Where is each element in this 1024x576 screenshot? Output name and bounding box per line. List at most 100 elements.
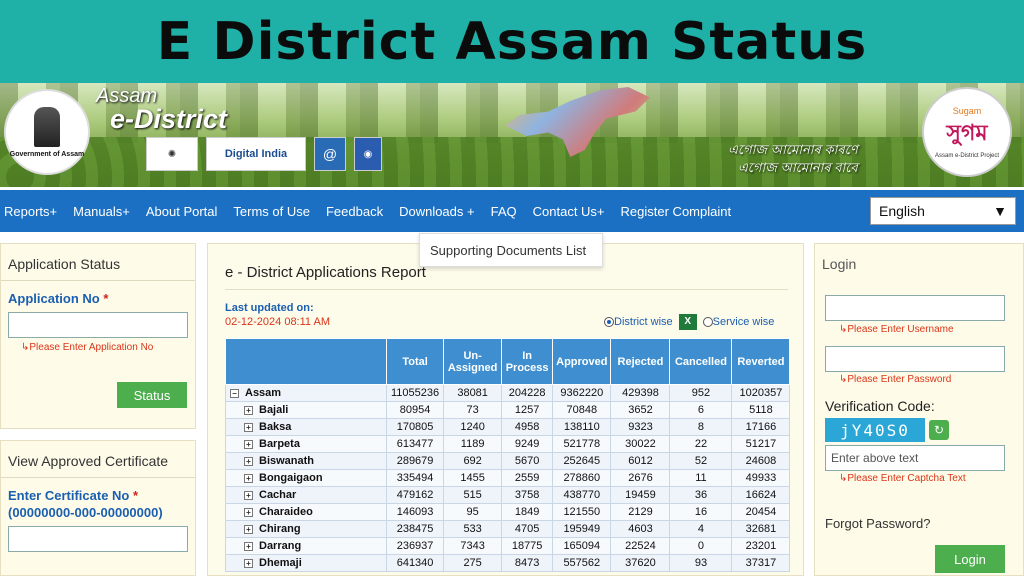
table-row: + Chirang 238475 533 4705 195949 4603 4 32681	[225, 520, 791, 538]
district-name-cell[interactable]: + Baksa	[225, 418, 387, 436]
emblem-icon	[34, 106, 60, 147]
district-name-cell[interactable]: + Charaideo	[225, 503, 387, 521]
district-name-cell[interactable]: + Darrang	[225, 537, 387, 555]
column-header	[225, 338, 387, 385]
expand-icon[interactable]: +	[244, 405, 253, 415]
captcha-input[interactable]: Enter above text	[825, 445, 1005, 471]
table-cell: 515	[443, 486, 503, 504]
table-cell: 4705	[501, 520, 554, 538]
table-cell: 49933	[731, 469, 791, 487]
downloads-submenu-item[interactable]: Supporting Documents List	[419, 233, 603, 267]
table-cell: 170805	[385, 418, 445, 436]
nav-terms-of-use[interactable]: Terms of Use	[225, 204, 318, 219]
column-header: Cancelled	[669, 338, 733, 385]
table-cell: 1240	[443, 418, 503, 436]
expand-icon[interactable]: +	[244, 490, 253, 500]
password-input[interactable]	[825, 346, 1005, 372]
nav-feedback[interactable]: Feedback	[318, 204, 391, 219]
table-cell: 32681	[731, 520, 791, 538]
forgot-password-link[interactable]: Forgot Password?	[825, 516, 931, 531]
header-banner: Government of Assam Assam e-District ✺ D…	[0, 83, 1024, 187]
table-cell: 38081	[443, 384, 503, 402]
expand-icon[interactable]: +	[244, 558, 253, 568]
expand-icon[interactable]: +	[244, 524, 253, 534]
table-cell: 52	[669, 452, 733, 470]
table-cell: 121550	[552, 503, 612, 521]
status-button[interactable]: Status	[117, 382, 187, 408]
excel-export-icon[interactable]: X	[678, 314, 697, 330]
table-cell: 70848	[552, 401, 612, 419]
table-cell: 22524	[610, 537, 671, 555]
panel-title: Application Status	[1, 244, 195, 281]
nav-faq[interactable]: FAQ	[483, 204, 525, 219]
applications-report-panel: e - District Applications Report Last up…	[207, 243, 804, 576]
login-button[interactable]: Login	[935, 545, 1005, 573]
table-cell: 3652	[610, 401, 671, 419]
table-cell: 275	[443, 554, 503, 572]
expand-icon[interactable]: +	[244, 507, 253, 517]
table-row: + Cachar 479162 515 3758 438770 19459 36 16624	[225, 486, 791, 504]
expand-icon[interactable]: +	[244, 541, 253, 551]
table-cell: 2129	[610, 503, 671, 521]
table-cell: 2559	[501, 469, 554, 487]
certificate-no-label: Enter Certificate No *	[8, 488, 139, 503]
table-row: + Charaideo 146093 95 1849 121550 2129 16 20454	[225, 503, 791, 521]
nav-reports[interactable]: Reports+	[0, 204, 65, 219]
column-header: Reverted	[731, 338, 791, 385]
expand-icon[interactable]: +	[244, 456, 253, 466]
application-no-input[interactable]	[8, 312, 188, 338]
username-input[interactable]	[825, 295, 1005, 321]
language-select[interactable]: English ▼	[870, 197, 1016, 225]
nav-about-portal[interactable]: About Portal	[138, 204, 226, 219]
table-cell: 438770	[552, 486, 612, 504]
expand-icon[interactable]: +	[244, 473, 253, 483]
district-wise-radio[interactable]: District wise	[604, 316, 673, 328]
login-title: Login	[822, 256, 857, 272]
table-cell: 2676	[610, 469, 671, 487]
district-name-cell[interactable]: + Cachar	[225, 486, 387, 504]
nav-downloads[interactable]: Downloads +	[391, 204, 483, 219]
collapse-icon[interactable]: −	[230, 388, 239, 398]
last-updated-value: 02-12-2024 08:11 AM	[225, 316, 330, 328]
district-name-cell[interactable]: + Dhemaji	[225, 554, 387, 572]
table-cell: 4	[669, 520, 733, 538]
table-row: + Darrang 236937 7343 18775 165094 22524 0 23201	[225, 537, 791, 555]
nav-manuals[interactable]: Manuals+	[65, 204, 138, 219]
password-hint: Please Enter Password	[839, 374, 951, 385]
nav-contact-us[interactable]: Contact Us+	[525, 204, 613, 219]
district-name-cell[interactable]: + Barpeta	[225, 435, 387, 453]
certificate-no-input[interactable]	[8, 526, 188, 552]
expand-icon[interactable]: +	[244, 439, 253, 449]
table-cell: 1455	[443, 469, 503, 487]
table-cell: 4958	[501, 418, 554, 436]
nav-register-complaint[interactable]: Register Complaint	[613, 204, 740, 219]
table-row: + Baksa 170805 1240 4958 138110 9323 8 17166	[225, 418, 791, 436]
table-cell: 6	[669, 401, 733, 419]
main-navigation: Reports+ Manuals+ About Portal Terms of …	[0, 190, 1024, 232]
table-cell: 479162	[385, 486, 445, 504]
district-name-cell[interactable]: + Bajali	[225, 401, 387, 419]
verification-code-label: Verification Code:	[825, 398, 935, 414]
table-cell: 533	[443, 520, 503, 538]
table-cell: 195949	[552, 520, 612, 538]
service-wise-radio[interactable]: Service wise	[702, 316, 774, 328]
partner-logos: ✺ Digital India @ ◉	[146, 137, 382, 171]
panel-title: View Approved Certificate	[1, 441, 195, 478]
username-hint: Please Enter Username	[839, 324, 953, 335]
table-cell: 1849	[501, 503, 554, 521]
table-cell: 7343	[443, 537, 503, 555]
district-name-cell[interactable]: + Biswanath	[225, 452, 387, 470]
table-cell: 429398	[610, 384, 671, 402]
page-title-bar: E District Assam Status	[0, 0, 1024, 83]
table-header-row: Total Un-Assigned In Process Approved Re…	[225, 338, 791, 385]
table-cell: 641340	[385, 554, 445, 572]
expand-icon[interactable]: +	[244, 422, 253, 432]
table-cell: 51217	[731, 435, 791, 453]
table-cell: 19459	[610, 486, 671, 504]
district-name-cell[interactable]: + Chirang	[225, 520, 387, 538]
certificate-format-hint: (00000000-000-00000000)	[8, 505, 163, 520]
district-name-cell[interactable]: − Assam	[225, 384, 387, 402]
refresh-captcha-icon[interactable]: ↻	[929, 420, 949, 440]
district-name-cell[interactable]: + Bongaigaon	[225, 469, 387, 487]
table-cell: 95	[443, 503, 503, 521]
